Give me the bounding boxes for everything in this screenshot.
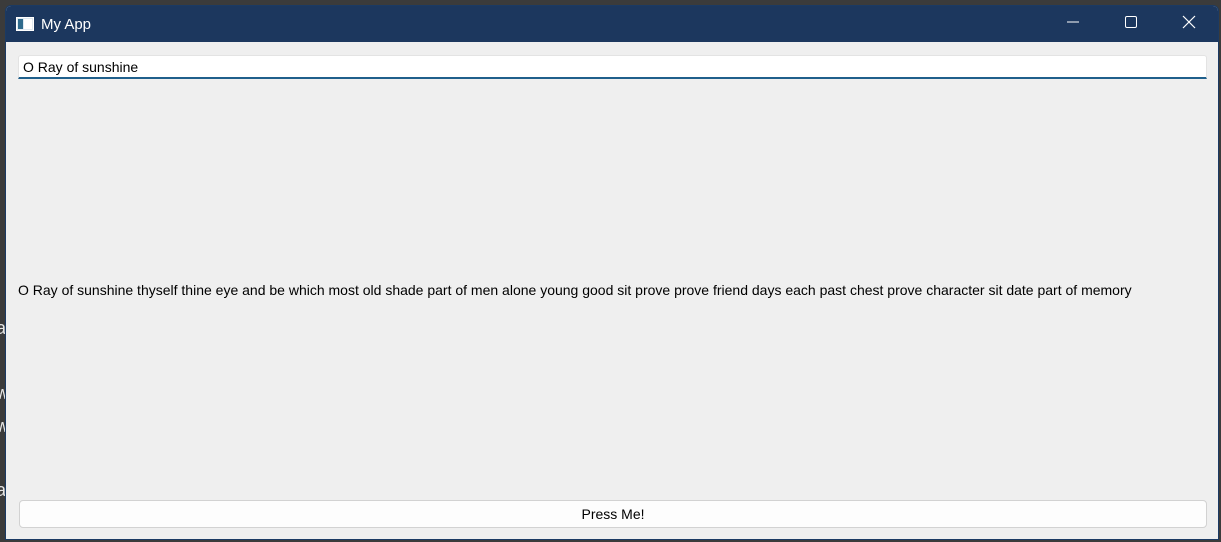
app-window-icon <box>16 17 34 31</box>
text-input[interactable] <box>18 55 1207 79</box>
app-window: My App O Ray of sunshine O Ray of sunshi… <box>5 5 1219 540</box>
close-button[interactable] <box>1160 6 1218 42</box>
press-me-button[interactable]: Press Me! <box>19 500 1207 528</box>
window-title: My App <box>41 15 92 33</box>
main-content: O Ray of sunshine thyself thine eye and … <box>6 42 1218 539</box>
window-controls <box>1044 6 1218 42</box>
maximize-icon <box>1125 15 1137 33</box>
echo-label: O Ray of sunshine thyself thine eye and … <box>18 282 1132 298</box>
close-icon <box>1182 15 1196 34</box>
minimize-button[interactable] <box>1044 6 1102 42</box>
maximize-button[interactable] <box>1102 6 1160 42</box>
title-bar[interactable]: My App <box>6 6 1218 42</box>
minimize-icon <box>1067 15 1079 33</box>
